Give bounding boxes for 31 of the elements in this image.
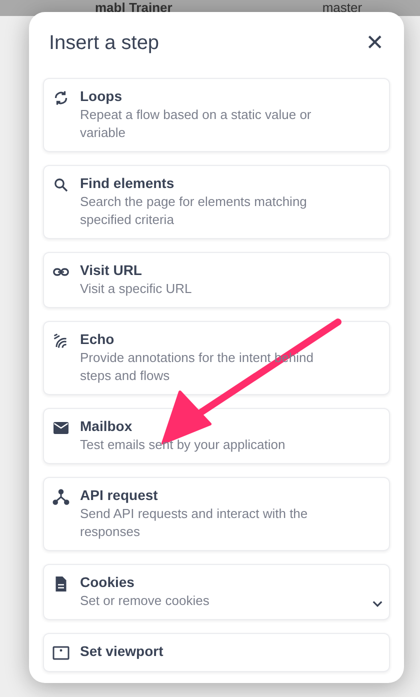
step-description: Visit a specific URL	[80, 280, 192, 298]
step-option[interactable]: Cookies Set or remove cookies	[43, 564, 390, 620]
viewport-icon	[52, 644, 70, 662]
step-option[interactable]: Find elements Search the page for elements matching specified criteria	[43, 165, 390, 239]
loop-icon	[52, 89, 70, 107]
step-name: Find elements	[80, 174, 176, 192]
step-description: Repeat a flow based on a static value or variable	[80, 106, 312, 142]
step-name: Visit URL	[80, 261, 143, 279]
step-name: Set viewport	[80, 642, 164, 660]
step-description: Send API requests and interact with the responses	[80, 505, 309, 541]
close-button[interactable]: ✕	[366, 30, 384, 56]
app-name: mabl Trainer	[95, 0, 172, 16]
step-option[interactable]: Loops Repeat a flow based on a static value or variable	[43, 78, 390, 152]
step-name: Mailbox	[80, 417, 134, 435]
search-icon	[52, 176, 70, 194]
step-description: Set or remove cookies	[80, 592, 210, 610]
step-description: Search the page for elements matching specified criteria	[80, 193, 308, 229]
step-name: API request	[80, 486, 159, 504]
dialog-title: Insert a step	[49, 32, 160, 54]
chevron-down-icon[interactable]	[372, 600, 383, 608]
step-option[interactable]: Set viewport	[43, 633, 390, 672]
step-description: Test emails sent by your application	[80, 436, 286, 454]
step-option[interactable]: Mailbox Test emails sent by your application	[43, 408, 390, 464]
step-name: Echo	[80, 330, 116, 348]
step-option[interactable]: API request Send API requests and interact with the responses	[43, 477, 390, 551]
fork-icon	[52, 488, 70, 506]
branch-selector[interactable]: master	[322, 0, 362, 16]
step-name: Loops	[80, 87, 123, 105]
envelope-icon	[52, 419, 70, 437]
step-option[interactable]: Visit URL Visit a specific URL	[43, 252, 390, 308]
step-name: Cookies	[80, 573, 136, 591]
